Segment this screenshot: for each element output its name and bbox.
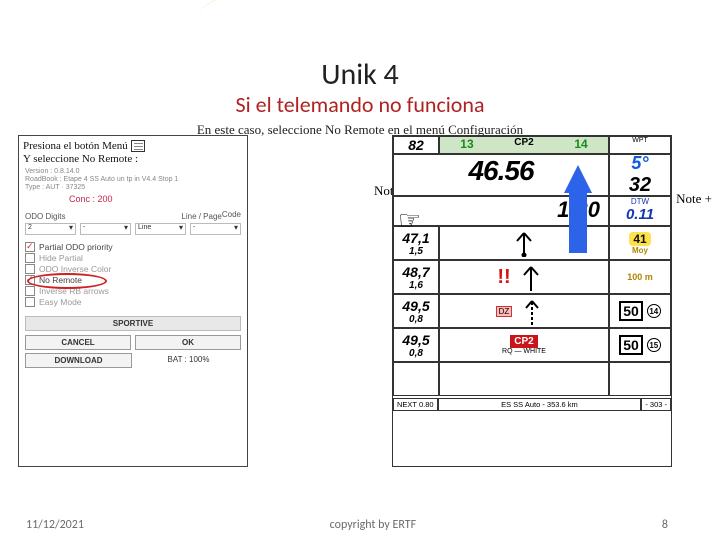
tulip-icon	[512, 297, 552, 325]
odo-row: ODO Digits Line / Page	[19, 211, 247, 222]
rb-end: - 303 -	[641, 398, 671, 411]
checkbox-icon	[25, 286, 35, 296]
cancel-button[interactable]: CANCEL	[25, 335, 131, 350]
hand-pointer-icon: ☞	[398, 205, 421, 236]
tulip-icon	[499, 229, 549, 257]
content-area: Presiona el botón Menú Y seleccione No R…	[18, 135, 710, 492]
line-page-select2[interactable]: -	[190, 223, 241, 235]
button-row: CANCEL OK	[19, 335, 247, 353]
check-partial-odo[interactable]: Partial ODO priority	[25, 242, 241, 252]
page-subtitle: Si el telemando no funciona	[0, 91, 720, 118]
rb-row-dist: 49,50,8	[393, 328, 439, 362]
checkbox-icon	[25, 253, 35, 263]
footer-date: 11/12/2021	[26, 518, 84, 532]
rb-next: NEXT 0.80	[393, 398, 438, 411]
checkbox-icon	[25, 275, 35, 285]
footer-copyright: copyright by ERTF	[330, 518, 417, 532]
rb-row-dist: 49,50,8	[393, 294, 439, 328]
config-menu-screenshot: Presiona el botón Menú Y seleccione No R…	[18, 135, 248, 467]
rb-speed: 32	[629, 174, 651, 196]
circle-badge: 15	[647, 338, 661, 352]
bottom-row: DOWNLOAD BAT : 100%	[19, 353, 247, 368]
roadbook-screenshot: 82 13 CP2 14 WPT 46.56 5° 32 1.20 DTW 0.…	[392, 135, 672, 467]
note-plus-label: Note +	[676, 191, 712, 207]
dropdown-row: 2 - Line -	[19, 223, 247, 235]
speed-limit: 50	[619, 335, 643, 355]
rb-row-tulip: CP2 RQ — WHITE	[439, 328, 609, 362]
checkbox-icon	[25, 297, 35, 307]
conc-label: Conc : 200	[19, 194, 247, 204]
blue-arrow-up	[564, 165, 592, 253]
rb-wpt-bar: 13 CP2 14	[439, 136, 609, 154]
instruction-line2: Y seleccione No Remote :	[23, 153, 138, 165]
ok-button[interactable]: OK	[135, 335, 241, 350]
checkbox-icon	[25, 242, 35, 252]
checkbox-list: Partial ODO priority Hide Partial ODO In…	[19, 239, 247, 310]
rb-row-info: 100 m	[609, 260, 671, 294]
slide-footer: 11/12/2021 copyright by ERTF 8	[0, 518, 720, 532]
menu-icon	[131, 140, 145, 152]
download-button[interactable]: DOWNLOAD	[25, 353, 132, 368]
checkbox-icon	[25, 264, 35, 274]
rb-dtw: DTW 0.11	[609, 196, 671, 226]
check-hide-partial[interactable]: Hide Partial	[25, 253, 241, 263]
check-easy-mode[interactable]: Easy Mode	[25, 297, 241, 307]
rb-empty	[393, 362, 439, 396]
rb-empty	[609, 362, 671, 396]
danger-icon: !!	[497, 266, 510, 289]
line-page-select[interactable]: Line	[135, 223, 186, 235]
moy-value: 41	[629, 232, 650, 246]
rb-heading-speed: 5° 32	[609, 154, 671, 196]
rb-row-info: 41 Moy	[609, 226, 671, 260]
instruction-line1: Presiona el botón Menú	[23, 140, 128, 152]
rb-row-tulip: !!	[439, 260, 609, 294]
rb-row-info: 50 15	[609, 328, 671, 362]
sportive-button[interactable]: SPORTIVE	[25, 316, 241, 331]
tulip-icon	[511, 263, 551, 291]
cp2-badge: CP2	[510, 335, 537, 348]
instruction-text: Presiona el botón Menú Y seleccione No R…	[19, 136, 247, 168]
header-faint: Version : 0.8.14.0RoadBook : Etape 4 SS …	[19, 168, 247, 191]
check-inverse-rb[interactable]: Inverse RB arrows	[25, 286, 241, 296]
rb-row-dist: 48,71,6	[393, 260, 439, 294]
rb-footer: NEXT 0.80 ES SS Auto - 353.6 km - 303 -	[393, 396, 671, 412]
rb-row-tulip: DZ	[439, 294, 609, 328]
speed-limit: 50	[619, 301, 643, 321]
circle-badge: 14	[647, 304, 661, 318]
odo-digits-select2[interactable]: -	[80, 223, 131, 235]
rb-cap: 5°	[631, 154, 648, 174]
odo-digits-select[interactable]: 2	[25, 223, 76, 235]
rb-row-info: 50 14	[609, 294, 671, 328]
rb-wpt-label: WPT	[609, 136, 671, 154]
dz-badge: DZ	[496, 306, 513, 317]
battery-label: BAT : 100%	[136, 353, 241, 368]
rb-empty	[439, 362, 609, 396]
moy-label: Moy	[632, 246, 648, 255]
rb-mid: ES SS Auto - 353.6 km	[438, 398, 642, 411]
rb-counter: 82	[393, 136, 439, 154]
title-block: Unik 4 Si el telemando no funciona En es…	[0, 0, 720, 138]
check-no-remote[interactable]: No Remote	[25, 275, 241, 285]
check-odo-inverse[interactable]: ODO Inverse Color	[25, 264, 241, 274]
footer-page: 8	[662, 518, 668, 532]
page-title: Unik 4	[0, 56, 720, 93]
